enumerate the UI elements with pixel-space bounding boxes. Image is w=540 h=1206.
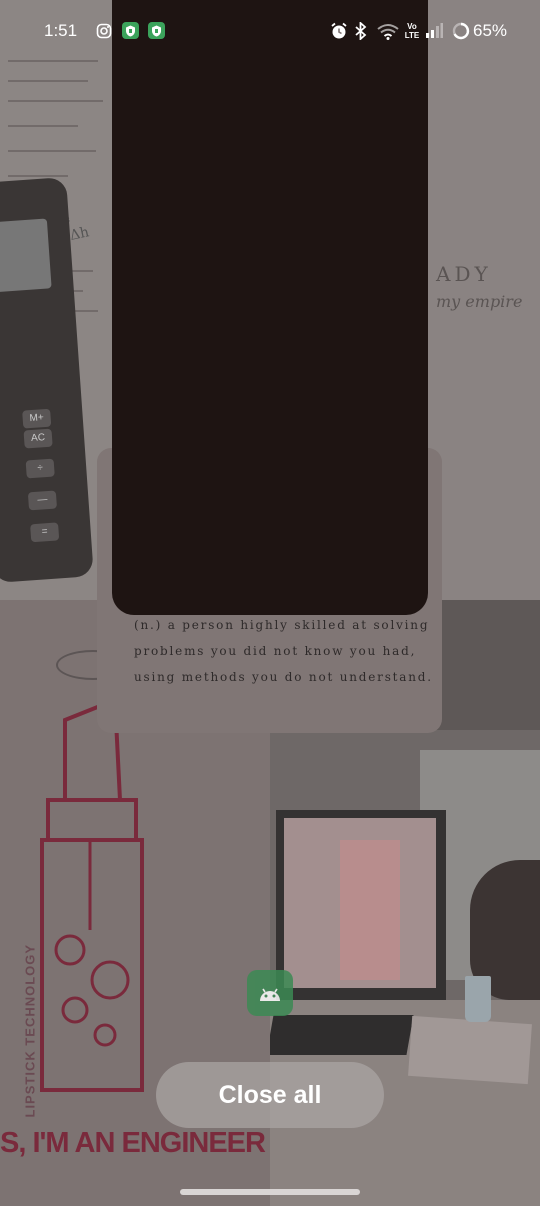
status-time: 1:51 bbox=[44, 21, 78, 40]
wallpaper-lipstick-vertical-text: LIPSTICK TECHNOLOGY bbox=[22, 943, 38, 1118]
shield-icon bbox=[148, 22, 165, 39]
alarm-icon bbox=[330, 22, 348, 45]
recent-app-preview[interactable] bbox=[112, 0, 428, 615]
close-all-button[interactable]: Close all bbox=[156, 1062, 384, 1128]
recent-app-icon[interactable] bbox=[247, 970, 293, 1016]
wallpaper-lady-poster: ADY my empire bbox=[428, 0, 540, 610]
wallpaper-engineer-banner: S, I'M AN ENGINEER bbox=[0, 1127, 266, 1159]
wifi-icon bbox=[376, 22, 400, 45]
calc-key: M+ bbox=[22, 408, 52, 429]
status-bar: 1:51 Vo LTE 65% bbox=[0, 0, 540, 62]
battery-percent: 65% bbox=[473, 21, 508, 40]
calc-key: AC bbox=[23, 428, 53, 449]
wallpaper-lady-title: ADY bbox=[436, 262, 492, 286]
bluetooth-icon bbox=[354, 20, 368, 45]
lipstick-illustration bbox=[40, 697, 144, 1092]
calc-key: ÷ bbox=[25, 458, 55, 479]
signal-icon bbox=[425, 22, 443, 44]
calc-key: — bbox=[27, 490, 58, 511]
home-gesture-bar[interactable] bbox=[180, 1189, 360, 1195]
wallpaper-lady-script: my empire bbox=[436, 292, 523, 311]
volte-icon: Vo LTE bbox=[404, 22, 420, 40]
battery-icon bbox=[452, 22, 470, 45]
calc-key: = bbox=[30, 522, 60, 543]
shield-icon bbox=[122, 22, 139, 39]
android-icon bbox=[260, 988, 280, 1001]
engineer-definition-text: (n.) a person highly skilled at solving … bbox=[134, 618, 433, 684]
instagram-icon bbox=[96, 23, 112, 44]
